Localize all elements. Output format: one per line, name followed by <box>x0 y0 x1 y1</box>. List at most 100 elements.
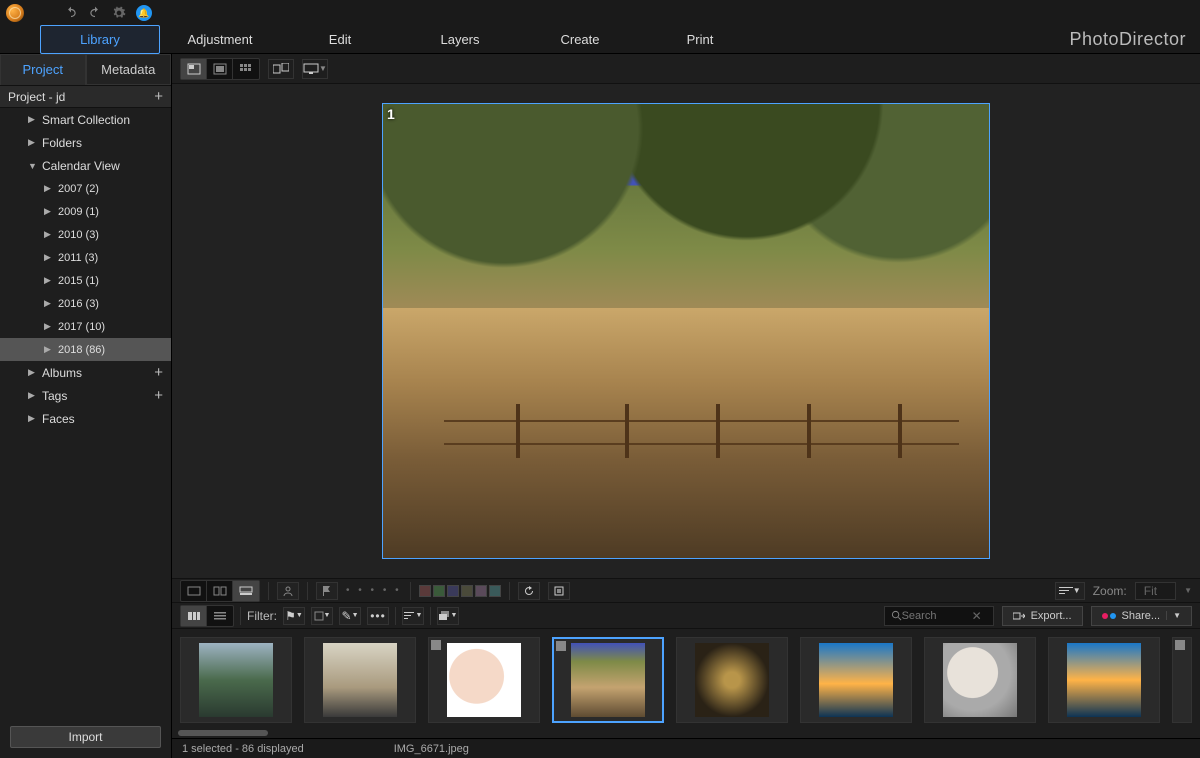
color-swatch[interactable] <box>433 585 445 597</box>
share-button[interactable]: Share... ▼ <box>1091 606 1192 626</box>
rating-dots[interactable]: • • • • • <box>346 585 402 596</box>
tab-adjustment[interactable]: Adjustment <box>160 26 280 53</box>
color-swatch[interactable] <box>461 585 473 597</box>
filter-label: Filter: <box>247 609 277 623</box>
thumbnail-partial[interactable] <box>1172 637 1192 723</box>
thumbnail[interactable] <box>428 637 540 723</box>
filmstrip[interactable] <box>172 628 1200 730</box>
export-button[interactable]: Export... <box>1002 606 1083 626</box>
main-photo[interactable]: 1 <box>382 103 990 559</box>
thumbnail[interactable] <box>676 637 788 723</box>
layout-split-icon[interactable] <box>207 581 233 601</box>
photo-index-badge: 1 <box>387 106 395 122</box>
view-mode-single-icon[interactable] <box>181 59 207 79</box>
calendar-year-2018[interactable]: ▶2018 (86) <box>0 338 171 361</box>
brand-label: PhotoDirector <box>1069 29 1186 50</box>
thumbnail[interactable] <box>552 637 664 723</box>
thumbnail[interactable] <box>924 637 1036 723</box>
tab-layers[interactable]: Layers <box>400 26 520 53</box>
notification-icon[interactable]: 🔔 <box>136 5 152 21</box>
thumb-size-large-icon[interactable] <box>181 606 207 626</box>
status-bar: 1 selected - 86 displayed IMG_6671.jpeg <box>172 738 1200 758</box>
rotate-icon[interactable] <box>518 582 540 600</box>
face-tag-icon[interactable] <box>277 582 299 600</box>
tab-create[interactable]: Create <box>520 26 640 53</box>
thumbnail[interactable] <box>800 637 912 723</box>
thumbnail[interactable] <box>180 637 292 723</box>
import-button[interactable]: Import <box>10 726 161 748</box>
stack-icon[interactable]: ▼ <box>437 607 459 625</box>
tab-print[interactable]: Print <box>640 26 760 53</box>
chevron-right-icon: ▶ <box>28 367 36 378</box>
thumbnail[interactable] <box>304 637 416 723</box>
filter-more-icon[interactable]: ••• <box>367 607 389 625</box>
filter-row: Filter: ⚑▼ ▼ ✎▼ ••• ▼ ▼ ✕ Exp <box>172 602 1200 628</box>
filter-label-icon[interactable]: ▼ <box>311 607 333 625</box>
photo-viewer[interactable]: 1 <box>172 84 1200 578</box>
project-name: Project - jd <box>8 90 65 104</box>
thumb-badge-icon <box>556 641 566 651</box>
undo-icon[interactable] <box>64 6 78 20</box>
filter-flag-icon[interactable]: ⚑▼ <box>283 607 305 625</box>
sidebar-item-albums[interactable]: ▶Albums+ <box>0 361 171 384</box>
filmstrip-scrollbar[interactable] <box>178 730 268 736</box>
gear-icon[interactable] <box>112 6 126 20</box>
chevron-right-icon: ▶ <box>44 206 52 217</box>
add-album-icon[interactable]: + <box>154 364 163 381</box>
calendar-year-2007[interactable]: ▶2007 (2) <box>0 177 171 200</box>
display-icon[interactable]: ▼ <box>302 59 328 79</box>
calendar-year-2011[interactable]: ▶2011 (3) <box>0 246 171 269</box>
chevron-right-icon: ▶ <box>44 344 52 355</box>
redo-icon[interactable] <box>88 6 102 20</box>
sidebar-item-calendar-view[interactable]: ▼Calendar View <box>0 154 171 177</box>
add-tag-icon[interactable]: + <box>154 387 163 404</box>
sidebar-tab-metadata[interactable]: Metadata <box>86 54 172 85</box>
calendar-year-2017[interactable]: ▶2017 (10) <box>0 315 171 338</box>
sort-order-icon[interactable]: ▼ <box>402 607 424 625</box>
share-icon <box>1102 613 1116 619</box>
color-swatch[interactable] <box>489 585 501 597</box>
add-project-icon[interactable]: + <box>154 88 163 105</box>
tab-library[interactable]: Library <box>40 25 160 54</box>
chevron-down-icon: ▼ <box>28 161 36 171</box>
zoom-dropdown[interactable]: Fit <box>1135 582 1176 600</box>
thumb-size-list-icon[interactable] <box>207 606 233 626</box>
main-panel: ▼ 1 • • • • • <box>172 54 1200 758</box>
thumbnail[interactable] <box>1048 637 1160 723</box>
tab-edit[interactable]: Edit <box>280 26 400 53</box>
sidebar-tab-project[interactable]: Project <box>0 54 86 85</box>
thumb-badge-icon <box>431 640 441 650</box>
calendar-year-2010[interactable]: ▶2010 (3) <box>0 223 171 246</box>
project-name-row[interactable]: Project - jd + <box>0 85 171 108</box>
color-labels[interactable] <box>419 585 501 597</box>
color-swatch[interactable] <box>447 585 459 597</box>
titlebar: 🔔 <box>0 0 1200 26</box>
chevron-right-icon: ▶ <box>44 321 52 332</box>
crop-icon[interactable] <box>548 582 570 600</box>
chevron-right-icon: ▶ <box>28 413 36 424</box>
calendar-year-2015[interactable]: ▶2015 (1) <box>0 269 171 292</box>
clear-search-icon[interactable]: ✕ <box>972 609 982 623</box>
sidebar-item-smart-collection[interactable]: ▶Smart Collection <box>0 108 171 131</box>
layout-strip-icon[interactable] <box>233 581 259 601</box>
compare-icon[interactable] <box>268 59 294 79</box>
filter-edit-icon[interactable]: ✎▼ <box>339 607 361 625</box>
sidebar-item-folders[interactable]: ▶Folders <box>0 131 171 154</box>
calendar-year-2009[interactable]: ▶2009 (1) <box>0 200 171 223</box>
project-tree: Project - jd + ▶Smart Collection ▶Folder… <box>0 85 171 720</box>
color-swatch[interactable] <box>419 585 431 597</box>
sidebar: Project Metadata Project - jd + ▶Smart C… <box>0 54 172 758</box>
sort-icon[interactable]: ▼ <box>1055 582 1085 600</box>
color-swatch[interactable] <box>475 585 487 597</box>
flag-icon[interactable] <box>316 582 338 600</box>
current-filename: IMG_6671.jpeg <box>394 743 469 755</box>
view-mode-grid-icon[interactable] <box>233 59 259 79</box>
sidebar-item-tags[interactable]: ▶Tags+ <box>0 384 171 407</box>
view-mode-fit-icon[interactable] <box>207 59 233 79</box>
search-input[interactable] <box>902 610 972 622</box>
search-box[interactable]: ✕ <box>884 606 994 626</box>
sidebar-item-faces[interactable]: ▶Faces <box>0 407 171 430</box>
calendar-year-2016[interactable]: ▶2016 (3) <box>0 292 171 315</box>
layout-single-icon[interactable] <box>181 581 207 601</box>
zoom-label: Zoom: <box>1093 584 1127 598</box>
